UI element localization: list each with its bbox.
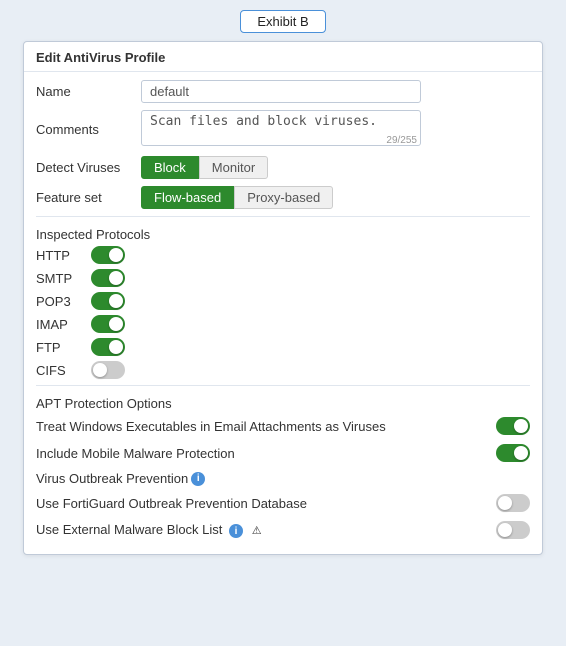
protocol-row-imap: IMAP xyxy=(36,315,530,333)
form-body: Name Comments Scan files and block virus… xyxy=(24,72,542,554)
protocol-toggle-pop3[interactable] xyxy=(91,292,125,310)
apt-toggle-mobile-malware[interactable] xyxy=(496,444,530,462)
protocol-label-http: HTTP xyxy=(36,248,91,263)
inspected-protocols-header: Inspected Protocols xyxy=(36,223,530,246)
apt-label-windows-exe: Treat Windows Executables in Email Attac… xyxy=(36,419,496,434)
detect-viruses-btn-group: Block Monitor xyxy=(141,156,268,179)
divider-1 xyxy=(36,216,530,217)
feature-set-label: Feature set xyxy=(36,190,141,205)
toggle-knob-ftp xyxy=(109,340,123,354)
apt-row-mobile-malware: Include Mobile Malware Protection xyxy=(36,442,530,464)
toggle-knob-external-malware xyxy=(498,523,512,537)
protocol-label-pop3: POP3 xyxy=(36,294,91,309)
divider-2 xyxy=(36,385,530,386)
apt-label-mobile-malware: Include Mobile Malware Protection xyxy=(36,446,496,461)
external-malware-info-icon[interactable]: i xyxy=(229,524,243,538)
protocol-label-ftp: FTP xyxy=(36,340,91,355)
protocol-label-smtp: SMTP xyxy=(36,271,91,286)
toggle-knob-smtp xyxy=(109,271,123,285)
apt-row-external-malware: Use External Malware Block List i ⚠ xyxy=(36,519,530,541)
detect-viruses-row: Detect Viruses Block Monitor xyxy=(36,156,530,179)
protocol-toggle-ftp[interactable] xyxy=(91,338,125,356)
apt-row-fortiguard: Use FortiGuard Outbreak Prevention Datab… xyxy=(36,492,530,514)
comments-wrapper: Scan files and block viruses. 29/255 xyxy=(141,110,421,149)
detect-viruses-label: Detect Viruses xyxy=(36,160,141,175)
apt-toggle-fortiguard[interactable] xyxy=(496,494,530,512)
protocol-row-pop3: POP3 xyxy=(36,292,530,310)
apt-toggle-windows-exe[interactable] xyxy=(496,417,530,435)
apt-label-external-malware: Use External Malware Block List i ⚠ xyxy=(36,522,496,539)
feature-set-btn-group: Flow-based Proxy-based xyxy=(141,186,333,209)
protocol-toggle-cifs[interactable] xyxy=(91,361,125,379)
toggle-knob-cifs xyxy=(93,363,107,377)
protocol-row-cifs: CIFS xyxy=(36,361,530,379)
apt-toggle-external-malware[interactable] xyxy=(496,521,530,539)
virus-outbreak-info-icon[interactable]: i xyxy=(191,472,205,486)
toggle-knob-mobile-malware xyxy=(514,446,528,460)
protocol-toggle-smtp[interactable] xyxy=(91,269,125,287)
edit-antivirus-panel: Edit AntiVirus Profile Name Comments Sca… xyxy=(23,41,543,555)
protocol-row-ftp: FTP xyxy=(36,338,530,356)
exhibit-tab: Exhibit B xyxy=(240,10,325,33)
detect-viruses-monitor-button[interactable]: Monitor xyxy=(199,156,268,179)
char-count: 29/255 xyxy=(386,135,417,146)
toggle-knob-pop3 xyxy=(109,294,123,308)
toggle-knob-windows-exe xyxy=(514,419,528,433)
feature-set-row: Feature set Flow-based Proxy-based xyxy=(36,186,530,209)
protocol-toggle-imap[interactable] xyxy=(91,315,125,333)
virus-outbreak-label: Virus Outbreak Prevention xyxy=(36,471,188,486)
protocol-label-imap: IMAP xyxy=(36,317,91,332)
protocol-row-http: HTTP xyxy=(36,246,530,264)
virus-outbreak-row: Virus Outbreak Prevention i xyxy=(36,469,530,488)
toggle-knob-fortiguard xyxy=(498,496,512,510)
comments-row: Comments Scan files and block viruses. 2… xyxy=(36,110,530,149)
comments-input[interactable]: Scan files and block viruses. xyxy=(141,110,421,146)
name-row: Name xyxy=(36,80,530,103)
external-malware-text: Use External Malware Block List xyxy=(36,522,222,537)
feature-set-proxy-button[interactable]: Proxy-based xyxy=(234,186,333,209)
apt-row-windows-exe: Treat Windows Executables in Email Attac… xyxy=(36,415,530,437)
name-input[interactable] xyxy=(141,80,421,103)
protocol-toggle-http[interactable] xyxy=(91,246,125,264)
toggle-knob-http xyxy=(109,248,123,262)
apt-label-fortiguard: Use FortiGuard Outbreak Prevention Datab… xyxy=(36,496,496,511)
comments-label: Comments xyxy=(36,122,141,137)
feature-set-flow-button[interactable]: Flow-based xyxy=(141,186,234,209)
detect-viruses-block-button[interactable]: Block xyxy=(141,156,199,179)
protocol-row-smtp: SMTP xyxy=(36,269,530,287)
external-malware-warn-icon[interactable]: ⚠ xyxy=(250,523,264,537)
name-label: Name xyxy=(36,84,141,99)
panel-title: Edit AntiVirus Profile xyxy=(24,42,542,72)
apt-protection-header: APT Protection Options xyxy=(36,392,530,415)
protocol-label-cifs: CIFS xyxy=(36,363,91,378)
toggle-knob-imap xyxy=(109,317,123,331)
